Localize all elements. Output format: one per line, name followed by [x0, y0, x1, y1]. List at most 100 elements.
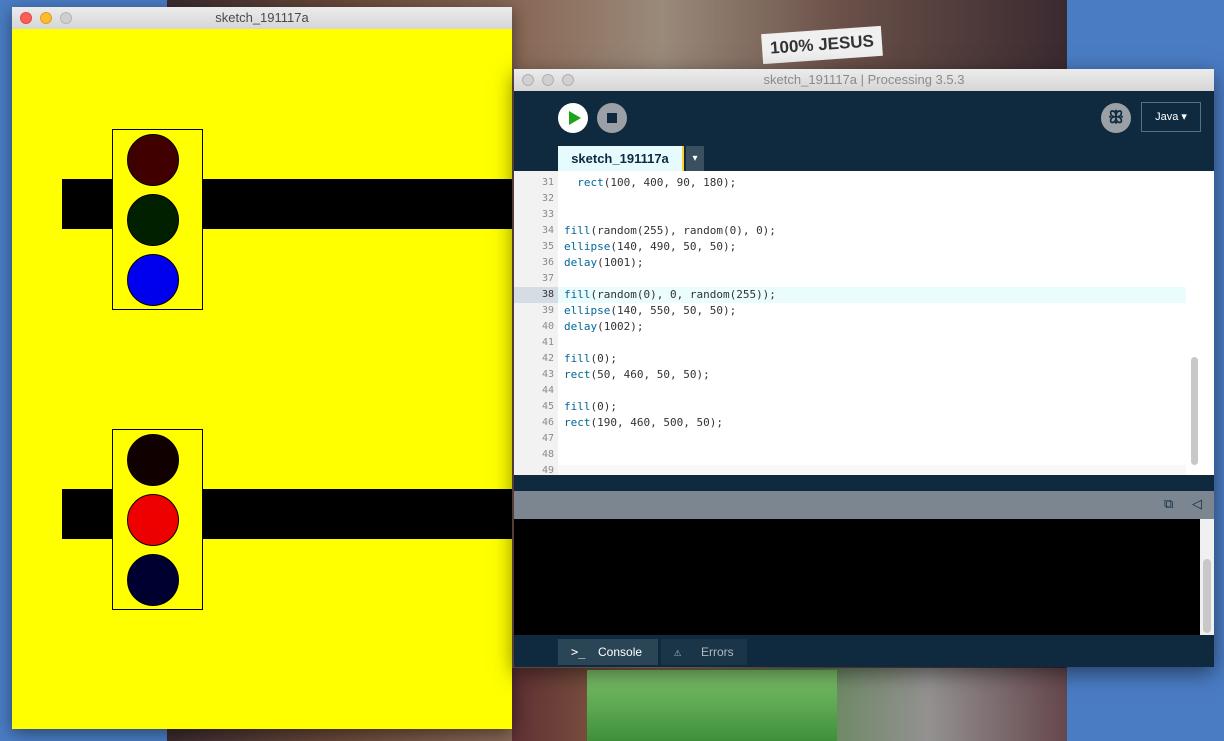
- code-line[interactable]: 40 delay(1002);: [514, 319, 1186, 335]
- sketch-window[interactable]: sketch_191117a: [12, 7, 512, 729]
- ide-titlebar[interactable]: sketch_191117a | Processing 3.5.3: [514, 69, 1214, 92]
- code-line[interactable]: 31 rect(100, 400, 90, 180);: [514, 175, 1186, 191]
- code-text: fill(0);: [564, 399, 617, 415]
- code-line[interactable]: 44: [514, 383, 1186, 399]
- code-args: (100, 400, 90, 180);: [603, 176, 737, 189]
- code-keyword: fill: [564, 352, 591, 365]
- line-number: 42: [541, 353, 554, 364]
- debugger-button[interactable]: ꕥ: [1101, 103, 1131, 133]
- zoom-icon[interactable]: [60, 12, 72, 24]
- code-keyword: delay: [564, 256, 598, 269]
- code-line[interactable]: 38 fill(random(0), 0, random(255));: [514, 287, 1186, 303]
- code-lines: 31 rect(100, 400, 90, 180); 32 33 34 fill(ra…: [514, 175, 1186, 479]
- editor-vertical-scrollbar[interactable]: [1190, 173, 1200, 467]
- line-number: 49: [541, 465, 554, 476]
- code-text: fill(0);: [564, 351, 617, 367]
- code-keyword: rect: [577, 176, 604, 189]
- line-number: 35: [541, 241, 554, 252]
- close-icon[interactable]: [20, 12, 32, 24]
- green-lamp: [127, 194, 179, 246]
- code-text: delay(1001);: [564, 255, 643, 271]
- code-keyword: rect: [564, 368, 591, 381]
- scrollbar-thumb[interactable]: [1191, 357, 1198, 465]
- mode-selector[interactable]: Java ▾: [1141, 102, 1201, 132]
- terminal-icon: >_: [571, 645, 586, 659]
- butterfly-icon: ꕥ: [1108, 108, 1124, 128]
- tab-bar: sketch_191117a ▾: [514, 146, 1214, 171]
- stop-icon: [607, 113, 617, 123]
- line-number: 31: [541, 177, 554, 188]
- code-args: (0);: [590, 352, 618, 365]
- code-line[interactable]: 41: [514, 335, 1186, 351]
- line-number: 43: [541, 369, 554, 380]
- collapse-icon[interactable]: ◁: [1192, 497, 1202, 512]
- blue-lamp: [127, 554, 179, 606]
- line-number: 46: [541, 417, 554, 428]
- close-icon[interactable]: [522, 74, 534, 86]
- code-text: rect(190, 460, 500, 50);: [564, 415, 723, 431]
- footer-tabs: >_ Console ⚠ Errors: [514, 637, 1214, 667]
- status-bar: ⧉ ◁: [514, 491, 1214, 519]
- editor-horizontal-scrollbar[interactable]: [558, 465, 1186, 475]
- console-scrollbar[interactable]: [1200, 519, 1214, 635]
- sketch-titlebar[interactable]: sketch_191117a: [12, 7, 512, 30]
- ide-window-title: sketch_191117a | Processing 3.5.3: [763, 72, 965, 87]
- tab-errors[interactable]: ⚠ Errors: [661, 639, 747, 665]
- code-line[interactable]: 33: [514, 207, 1186, 223]
- code-args: (50, 460, 50, 50);: [590, 368, 710, 381]
- code-keyword: fill: [564, 288, 591, 301]
- minimize-icon[interactable]: [40, 12, 52, 24]
- code-line[interactable]: 45 fill(0);: [514, 399, 1186, 415]
- code-line[interactable]: 47: [514, 431, 1186, 447]
- line-number: 38: [514, 287, 558, 303]
- right-pole: [202, 179, 512, 229]
- tab-menu-button[interactable]: ▾: [686, 146, 704, 171]
- code-line[interactable]: 43 rect(50, 460, 50, 50);: [514, 367, 1186, 383]
- line-number: 45: [541, 401, 554, 412]
- run-button[interactable]: [558, 103, 588, 133]
- code-line[interactable]: 35 ellipse(140, 490, 50, 50);: [514, 239, 1186, 255]
- right-pole: [202, 489, 512, 539]
- line-number: 37: [541, 273, 554, 284]
- red-lamp: [127, 434, 179, 486]
- code-args: (random(0), 0, random(255));: [590, 288, 776, 301]
- red-lamp: [127, 134, 179, 186]
- code-keyword: rect: [564, 416, 591, 429]
- tab-sketch[interactable]: sketch_191117a: [558, 146, 684, 171]
- trophy-image: [587, 670, 837, 741]
- code-line[interactable]: 46 rect(190, 460, 500, 50);: [514, 415, 1186, 431]
- code-line[interactable]: 37: [514, 271, 1186, 287]
- code-editor[interactable]: 31 rect(100, 400, 90, 180); 32 33 34 fill(ra…: [514, 171, 1214, 476]
- line-number: 39: [541, 305, 554, 316]
- code-text: fill(random(0), 0, random(255));: [564, 287, 776, 303]
- code-text: rect(50, 460, 50, 50);: [564, 367, 710, 383]
- left-pole: [62, 179, 112, 229]
- line-number: 32: [541, 193, 554, 204]
- minimize-icon[interactable]: [542, 74, 554, 86]
- code-text: ellipse(140, 550, 50, 50);: [564, 303, 736, 319]
- line-number: 33: [541, 209, 554, 220]
- stop-button[interactable]: [597, 103, 627, 133]
- code-line[interactable]: 39 ellipse(140, 550, 50, 50);: [514, 303, 1186, 319]
- code-line[interactable]: 36 delay(1001);: [514, 255, 1186, 271]
- warning-icon: ⚠: [674, 645, 682, 659]
- line-number: 41: [541, 337, 554, 348]
- zoom-icon[interactable]: [562, 74, 574, 86]
- sketch-window-title: sketch_191117a: [215, 10, 309, 25]
- code-line[interactable]: 34 fill(random(255), random(0), 0);: [514, 223, 1186, 239]
- console-tab-label: Console: [598, 645, 643, 659]
- sketch-canvas[interactable]: [12, 29, 512, 729]
- copy-icon[interactable]: ⧉: [1164, 497, 1173, 512]
- code-line[interactable]: 32: [514, 191, 1186, 207]
- console-output[interactable]: [514, 519, 1200, 635]
- line-number: 34: [541, 225, 554, 236]
- line-number: 47: [541, 433, 554, 444]
- code-line[interactable]: 48: [514, 447, 1186, 463]
- code-keyword: fill: [564, 224, 591, 237]
- processing-ide-window[interactable]: sketch_191117a | Processing 3.5.3 ꕥ Java…: [514, 69, 1214, 667]
- code-line[interactable]: 42 fill(0);: [514, 351, 1186, 367]
- scrollbar-thumb[interactable]: [1203, 559, 1211, 633]
- blue-lamp: [127, 254, 179, 306]
- tab-console[interactable]: >_ Console: [558, 639, 658, 665]
